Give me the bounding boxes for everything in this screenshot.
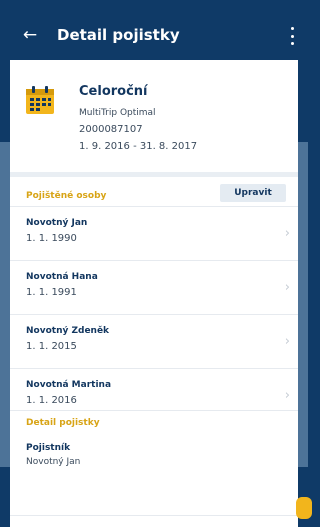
insured-person-item[interactable]: Novotný Jan 1. 1. 1990 ›: [10, 206, 298, 260]
person-name: Novotný Zdeněk: [26, 326, 110, 336]
page-title: Detail pojistky: [57, 26, 180, 44]
calendar-icon: [26, 86, 54, 114]
chevron-right-icon: ›: [284, 334, 290, 349]
section-divider: [10, 172, 298, 177]
divider: [10, 515, 298, 516]
policy-detail-sheet: Celoroční MultiTrip Optimal 2000087107 1…: [10, 60, 298, 527]
product-name: MultiTrip Optimal: [79, 108, 156, 118]
policyholder-value: Novotný Jan: [26, 457, 81, 467]
person-name: Novotná Hana: [26, 272, 98, 282]
chevron-right-icon: ›: [284, 226, 290, 241]
insured-person-item[interactable]: Novotná Hana 1. 1. 1991 ›: [10, 260, 298, 314]
insured-persons-label: Pojištěné osoby: [26, 191, 107, 201]
more-vertical-icon: [290, 27, 294, 30]
policy-number: 2000087107: [79, 124, 143, 135]
chevron-right-icon: ›: [284, 280, 290, 295]
validity-period: 1. 9. 2016 - 31. 8. 2017: [79, 141, 198, 152]
insured-person-item[interactable]: Novotný Zdeněk 1. 1. 2015 ›: [10, 314, 298, 368]
back-button[interactable]: ←: [22, 25, 38, 45]
arrow-left-icon: ←: [22, 25, 38, 45]
person-birthdate: 1. 1. 2015: [26, 341, 77, 352]
more-options-button[interactable]: [288, 27, 296, 45]
app-bar: ← Detail pojistky: [0, 0, 308, 60]
person-birthdate: 1. 1. 1991: [26, 287, 77, 298]
chevron-right-icon: ›: [284, 388, 290, 403]
person-birthdate: 1. 1. 1990: [26, 233, 77, 244]
edit-button[interactable]: Upravit: [220, 184, 286, 202]
person-name: Novotný Jan: [26, 218, 88, 228]
policy-summary: Celoroční MultiTrip Optimal 2000087107 1…: [10, 60, 298, 170]
background-card-right: [298, 60, 308, 527]
person-name: Novotná Martina: [26, 380, 112, 390]
background-card-left: [0, 60, 10, 527]
plan-name: Celoroční: [79, 84, 148, 99]
policy-detail-label: Detail pojistky: [26, 418, 100, 428]
floating-action-button[interactable]: [296, 497, 312, 519]
person-birthdate: 1. 1. 2016: [26, 395, 77, 406]
policyholder-label: Pojistník: [26, 443, 71, 453]
